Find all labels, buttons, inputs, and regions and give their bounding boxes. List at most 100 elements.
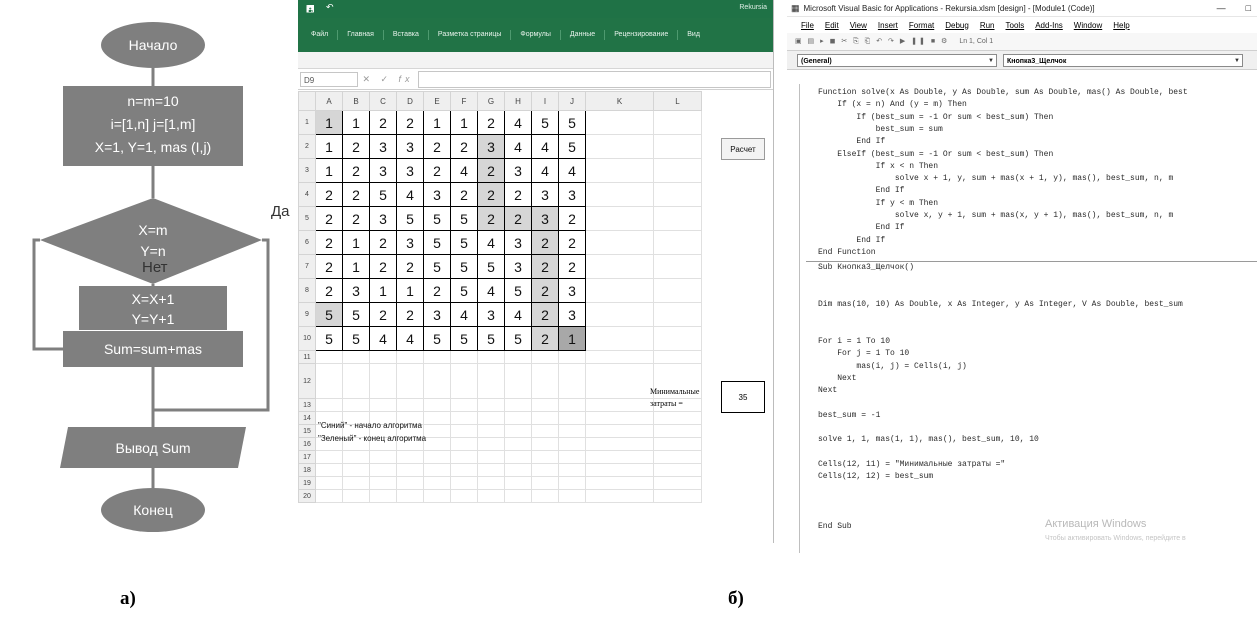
empty-cell[interactable] — [342, 350, 370, 364]
empty-cell[interactable] — [558, 450, 586, 464]
empty-cell[interactable] — [423, 363, 451, 399]
grid-cell[interactable]: 5 — [450, 254, 478, 279]
grid-cell[interactable]: 2 — [342, 158, 370, 183]
empty-cell[interactable] — [585, 411, 654, 425]
empty-cell[interactable] — [558, 424, 586, 438]
empty-cell[interactable] — [396, 463, 424, 477]
grid-cell[interactable]: 2 — [477, 158, 505, 183]
grid-cell[interactable]: 4 — [477, 230, 505, 255]
empty-cell[interactable] — [585, 476, 654, 490]
menu-item-format[interactable]: Format — [909, 21, 934, 30]
empty-cell[interactable] — [558, 476, 586, 490]
empty-cell[interactable] — [558, 437, 586, 451]
empty-cell[interactable] — [653, 476, 702, 490]
empty-cell[interactable] — [531, 437, 559, 451]
empty-cell[interactable] — [558, 350, 586, 364]
menu-item-addins[interactable]: Add-Ins — [1035, 21, 1063, 30]
column-header[interactable]: G — [477, 91, 505, 111]
grid-cell[interactable]: 2 — [423, 158, 451, 183]
empty-cell[interactable] — [585, 158, 654, 183]
empty-cell[interactable] — [423, 411, 451, 425]
grid-cell[interactable]: 5 — [315, 302, 343, 327]
empty-cell[interactable] — [653, 134, 702, 159]
name-box[interactable]: D9 — [300, 71, 358, 87]
fx-icon[interactable]: ✕ ✓ fx — [358, 74, 418, 85]
empty-cell[interactable] — [653, 450, 702, 464]
grid-cell[interactable]: 3 — [396, 134, 424, 159]
column-header[interactable]: F — [450, 91, 478, 111]
grid-cell[interactable]: 2 — [396, 302, 424, 327]
menu-item-window[interactable]: Window — [1074, 21, 1102, 30]
row-header[interactable]: 7 — [298, 254, 316, 279]
row-header[interactable]: 10 — [298, 326, 316, 351]
empty-cell[interactable] — [315, 450, 343, 464]
grid-cell[interactable]: 2 — [342, 134, 370, 159]
menu-item-help[interactable]: Help — [1113, 21, 1129, 30]
grid-cell[interactable]: 5 — [450, 278, 478, 303]
grid-cell[interactable]: 3 — [558, 278, 586, 303]
grid-cell[interactable]: 1 — [396, 278, 424, 303]
empty-cell[interactable] — [504, 489, 532, 503]
grid-cell[interactable]: 4 — [504, 302, 532, 327]
grid-cell[interactable]: 4 — [477, 278, 505, 303]
grid-cell[interactable]: 1 — [450, 110, 478, 135]
menu-item-edit[interactable]: Edit — [825, 21, 839, 30]
empty-cell[interactable] — [342, 476, 370, 490]
menu-item-debug[interactable]: Debug — [945, 21, 969, 30]
empty-cell[interactable] — [477, 437, 505, 451]
grid-cell[interactable]: 3 — [423, 182, 451, 207]
empty-cell[interactable] — [369, 463, 397, 477]
empty-cell[interactable] — [585, 206, 654, 231]
empty-cell[interactable] — [450, 424, 478, 438]
empty-cell[interactable] — [477, 476, 505, 490]
empty-cell[interactable] — [653, 182, 702, 207]
empty-cell[interactable] — [504, 398, 532, 412]
grid-cell[interactable]: 2 — [531, 326, 559, 351]
grid-cell[interactable]: 2 — [477, 110, 505, 135]
column-header[interactable]: J — [558, 91, 586, 111]
empty-cell[interactable] — [315, 463, 343, 477]
row-header[interactable]: 20 — [298, 489, 316, 503]
minimize-icon[interactable]: — — [1217, 3, 1226, 13]
tab-home[interactable]: Главная — [338, 30, 384, 40]
grid-cell[interactable]: 2 — [558, 230, 586, 255]
grid-cell[interactable]: 3 — [504, 254, 532, 279]
grid-cell[interactable]: 2 — [558, 254, 586, 279]
grid-cell[interactable]: 5 — [558, 110, 586, 135]
code-pane[interactable]: Function solve(x As Double, y As Double,… — [799, 84, 1257, 553]
empty-cell[interactable] — [477, 398, 505, 412]
empty-cell[interactable] — [585, 230, 654, 255]
grid-cell[interactable]: 2 — [369, 302, 397, 327]
empty-cell[interactable] — [477, 463, 505, 477]
grid-cell[interactable]: 3 — [531, 206, 559, 231]
grid-cell[interactable]: 3 — [396, 230, 424, 255]
empty-cell[interactable] — [315, 363, 343, 399]
grid-cell[interactable]: 3 — [342, 278, 370, 303]
empty-cell[interactable] — [585, 350, 654, 364]
tab-formulas[interactable]: Формулы — [511, 30, 561, 40]
grid-cell[interactable]: 2 — [531, 278, 559, 303]
row-header[interactable]: 8 — [298, 278, 316, 303]
empty-cell[interactable] — [653, 437, 702, 451]
empty-cell[interactable] — [558, 363, 586, 399]
grid-cell[interactable]: 2 — [315, 230, 343, 255]
empty-cell[interactable] — [396, 476, 424, 490]
empty-cell[interactable] — [558, 411, 586, 425]
grid-cell[interactable]: 5 — [477, 254, 505, 279]
empty-cell[interactable] — [653, 424, 702, 438]
row-header[interactable]: 5 — [298, 206, 316, 231]
column-header[interactable]: L — [653, 91, 702, 111]
grid-cell[interactable]: 2 — [477, 206, 505, 231]
empty-cell[interactable] — [531, 450, 559, 464]
tab-insert[interactable]: Вставка — [384, 30, 429, 40]
empty-cell[interactable] — [585, 363, 654, 399]
empty-cell[interactable] — [653, 110, 702, 135]
menu-item-run[interactable]: Run — [980, 21, 995, 30]
empty-cell[interactable] — [477, 411, 505, 425]
column-header[interactable]: I — [531, 91, 559, 111]
grid-cell[interactable]: 5 — [423, 206, 451, 231]
grid-cell[interactable]: 2 — [369, 110, 397, 135]
empty-cell[interactable] — [585, 450, 654, 464]
empty-cell[interactable] — [504, 363, 532, 399]
empty-cell[interactable] — [585, 463, 654, 477]
